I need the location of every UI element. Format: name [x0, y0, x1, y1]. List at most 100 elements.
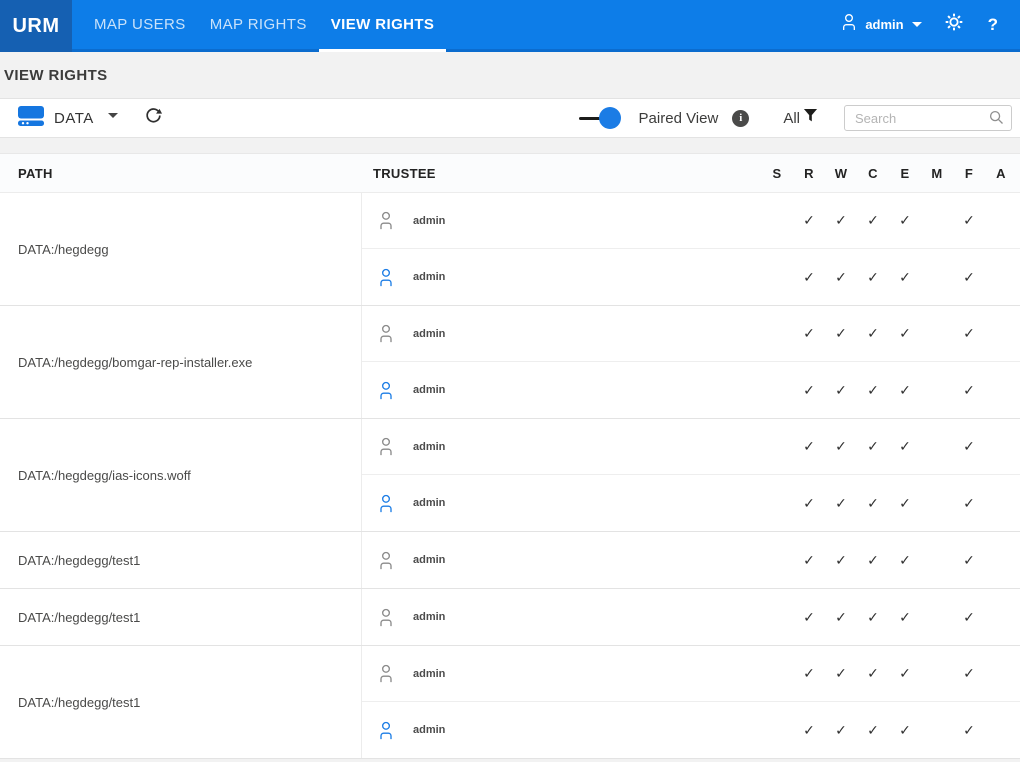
header-right-r: R	[793, 166, 825, 181]
right-cell-m	[921, 382, 953, 399]
path-row-group: DATA:/hegdegg/bomgar-rep-installer.exead…	[0, 306, 1020, 419]
rights-cells: ✓✓✓✓✓	[761, 665, 1017, 682]
info-icon[interactable]: i	[732, 110, 749, 127]
trustee-row: admin✓✓✓✓✓	[362, 249, 1020, 305]
right-cell-w: ✓	[825, 665, 857, 682]
right-cell-f: ✓	[953, 269, 985, 286]
rights-cells: ✓✓✓✓✓	[761, 382, 1017, 399]
toolbar: DATA Paired View i All	[0, 98, 1020, 138]
trustee-user-icon	[378, 323, 394, 344]
right-cell-s	[761, 495, 793, 512]
search-input[interactable]	[844, 105, 1012, 131]
right-cell-r: ✓	[793, 722, 825, 739]
paired-view-toggle[interactable]	[579, 107, 621, 129]
nav-tab-map-rights[interactable]: MAP RIGHTS	[198, 0, 319, 49]
right-cell-s	[761, 722, 793, 739]
path-row-group: DATA:/hegdegg/ias-icons.woffadmin✓✓✓✓✓ad…	[0, 419, 1020, 532]
rights-table: PATH TRUSTEE S R W C E M F A DATA:/hegde…	[0, 153, 1020, 759]
topbar-right: admin ?	[831, 0, 1020, 49]
path-cell: DATA:/hegdegg/ias-icons.woff	[0, 419, 362, 531]
trustee-name: admin	[413, 497, 445, 509]
nav-tab-view-rights[interactable]: VIEW RIGHTS	[319, 0, 447, 49]
right-cell-w: ✓	[825, 269, 857, 286]
trustee-name: admin	[413, 384, 445, 396]
right-cell-c: ✓	[857, 609, 889, 626]
header-path: PATH	[0, 166, 362, 181]
right-cell-m	[921, 438, 953, 455]
rights-cells: ✓✓✓✓✓	[761, 325, 1017, 342]
right-cell-f: ✓	[953, 212, 985, 229]
right-cell-c: ✓	[857, 552, 889, 569]
filter-control[interactable]: All	[783, 108, 818, 128]
right-cell-f: ✓	[953, 438, 985, 455]
right-cell-s	[761, 552, 793, 569]
rights-cells: ✓✓✓✓✓	[761, 609, 1017, 626]
trustee-row: admin ✓✓✓✓✓	[362, 589, 1020, 645]
rights-cells: ✓✓✓✓✓	[761, 212, 1017, 229]
right-cell-f: ✓	[953, 665, 985, 682]
refresh-button[interactable]	[144, 106, 163, 130]
right-cell-c: ✓	[857, 495, 889, 512]
right-cell-s	[761, 382, 793, 399]
right-cell-e: ✓	[889, 722, 921, 739]
right-cell-s	[761, 212, 793, 229]
search-box	[844, 105, 1012, 131]
right-cell-r: ✓	[793, 382, 825, 399]
right-cell-m	[921, 609, 953, 626]
right-cell-a	[985, 495, 1017, 512]
right-cell-w: ✓	[825, 495, 857, 512]
trustee-name: admin	[413, 328, 445, 340]
path-cell: DATA:/hegdegg	[0, 193, 362, 305]
right-cell-f: ✓	[953, 552, 985, 569]
right-cell-e: ✓	[889, 609, 921, 626]
right-cell-e: ✓	[889, 438, 921, 455]
trustee-user-icon	[378, 550, 394, 571]
trustee-name: admin	[413, 724, 445, 736]
right-cell-c: ✓	[857, 665, 889, 682]
path-row-group: DATA:/hegdegg/test1admin✓✓✓✓✓	[0, 589, 1020, 646]
trustee-name: admin	[413, 611, 445, 623]
header-right-a: A	[985, 166, 1017, 181]
right-cell-c: ✓	[857, 212, 889, 229]
help-button[interactable]: ?	[976, 15, 1010, 35]
trustee-rows: admin✓✓✓✓✓	[362, 532, 1020, 588]
trustee-row: admin✓✓✓✓✓	[362, 419, 1020, 475]
right-cell-a	[985, 212, 1017, 229]
user-menu[interactable]: admin	[831, 12, 931, 37]
trustee-row: admin✓✓✓✓✓	[362, 702, 1020, 758]
trustee-row: admin✓✓✓✓✓	[362, 306, 1020, 362]
header-right-f: F	[953, 166, 985, 181]
trustee-rows: admin ✓✓✓✓✓	[362, 589, 1020, 645]
header-right-c: C	[857, 166, 889, 181]
user-name: admin	[865, 17, 903, 32]
right-cell-r: ✓	[793, 609, 825, 626]
nav-tabs: MAP USERS MAP RIGHTS VIEW RIGHTS	[82, 0, 446, 49]
toggle-knob[interactable]	[599, 107, 621, 129]
right-cell-w: ✓	[825, 212, 857, 229]
nav-tab-map-users[interactable]: MAP USERS	[82, 0, 198, 49]
filter-label: All	[783, 110, 800, 127]
trustee-user-icon	[378, 210, 394, 231]
right-cell-f: ✓	[953, 609, 985, 626]
right-cell-a	[985, 269, 1017, 286]
rights-cells: ✓✓✓✓✓	[761, 269, 1017, 286]
trustee-user-icon	[378, 607, 394, 628]
right-cell-m	[921, 552, 953, 569]
trustee-rows: admin✓✓✓✓✓admin✓✓✓✓✓	[362, 193, 1020, 305]
trustee-user-icon	[378, 436, 394, 457]
toolbar-right: Paired View i All	[579, 105, 1020, 131]
rights-cells: ✓✓✓✓✓	[761, 495, 1017, 512]
right-cell-f: ✓	[953, 325, 985, 342]
right-cell-m	[921, 495, 953, 512]
settings-button[interactable]	[932, 12, 976, 37]
rights-cells: ✓✓✓✓✓	[761, 552, 1017, 569]
header-trustee: TRUSTEE	[362, 166, 761, 181]
trustee-rows: admin✓✓✓✓✓admin✓✓✓✓✓	[362, 646, 1020, 758]
right-cell-a	[985, 609, 1017, 626]
volume-selector[interactable]: DATA	[18, 106, 118, 131]
paired-view-label: Paired View	[639, 110, 719, 127]
right-cell-m	[921, 269, 953, 286]
right-cell-w: ✓	[825, 325, 857, 342]
right-cell-w: ✓	[825, 552, 857, 569]
trustee-user-icon	[378, 380, 394, 401]
